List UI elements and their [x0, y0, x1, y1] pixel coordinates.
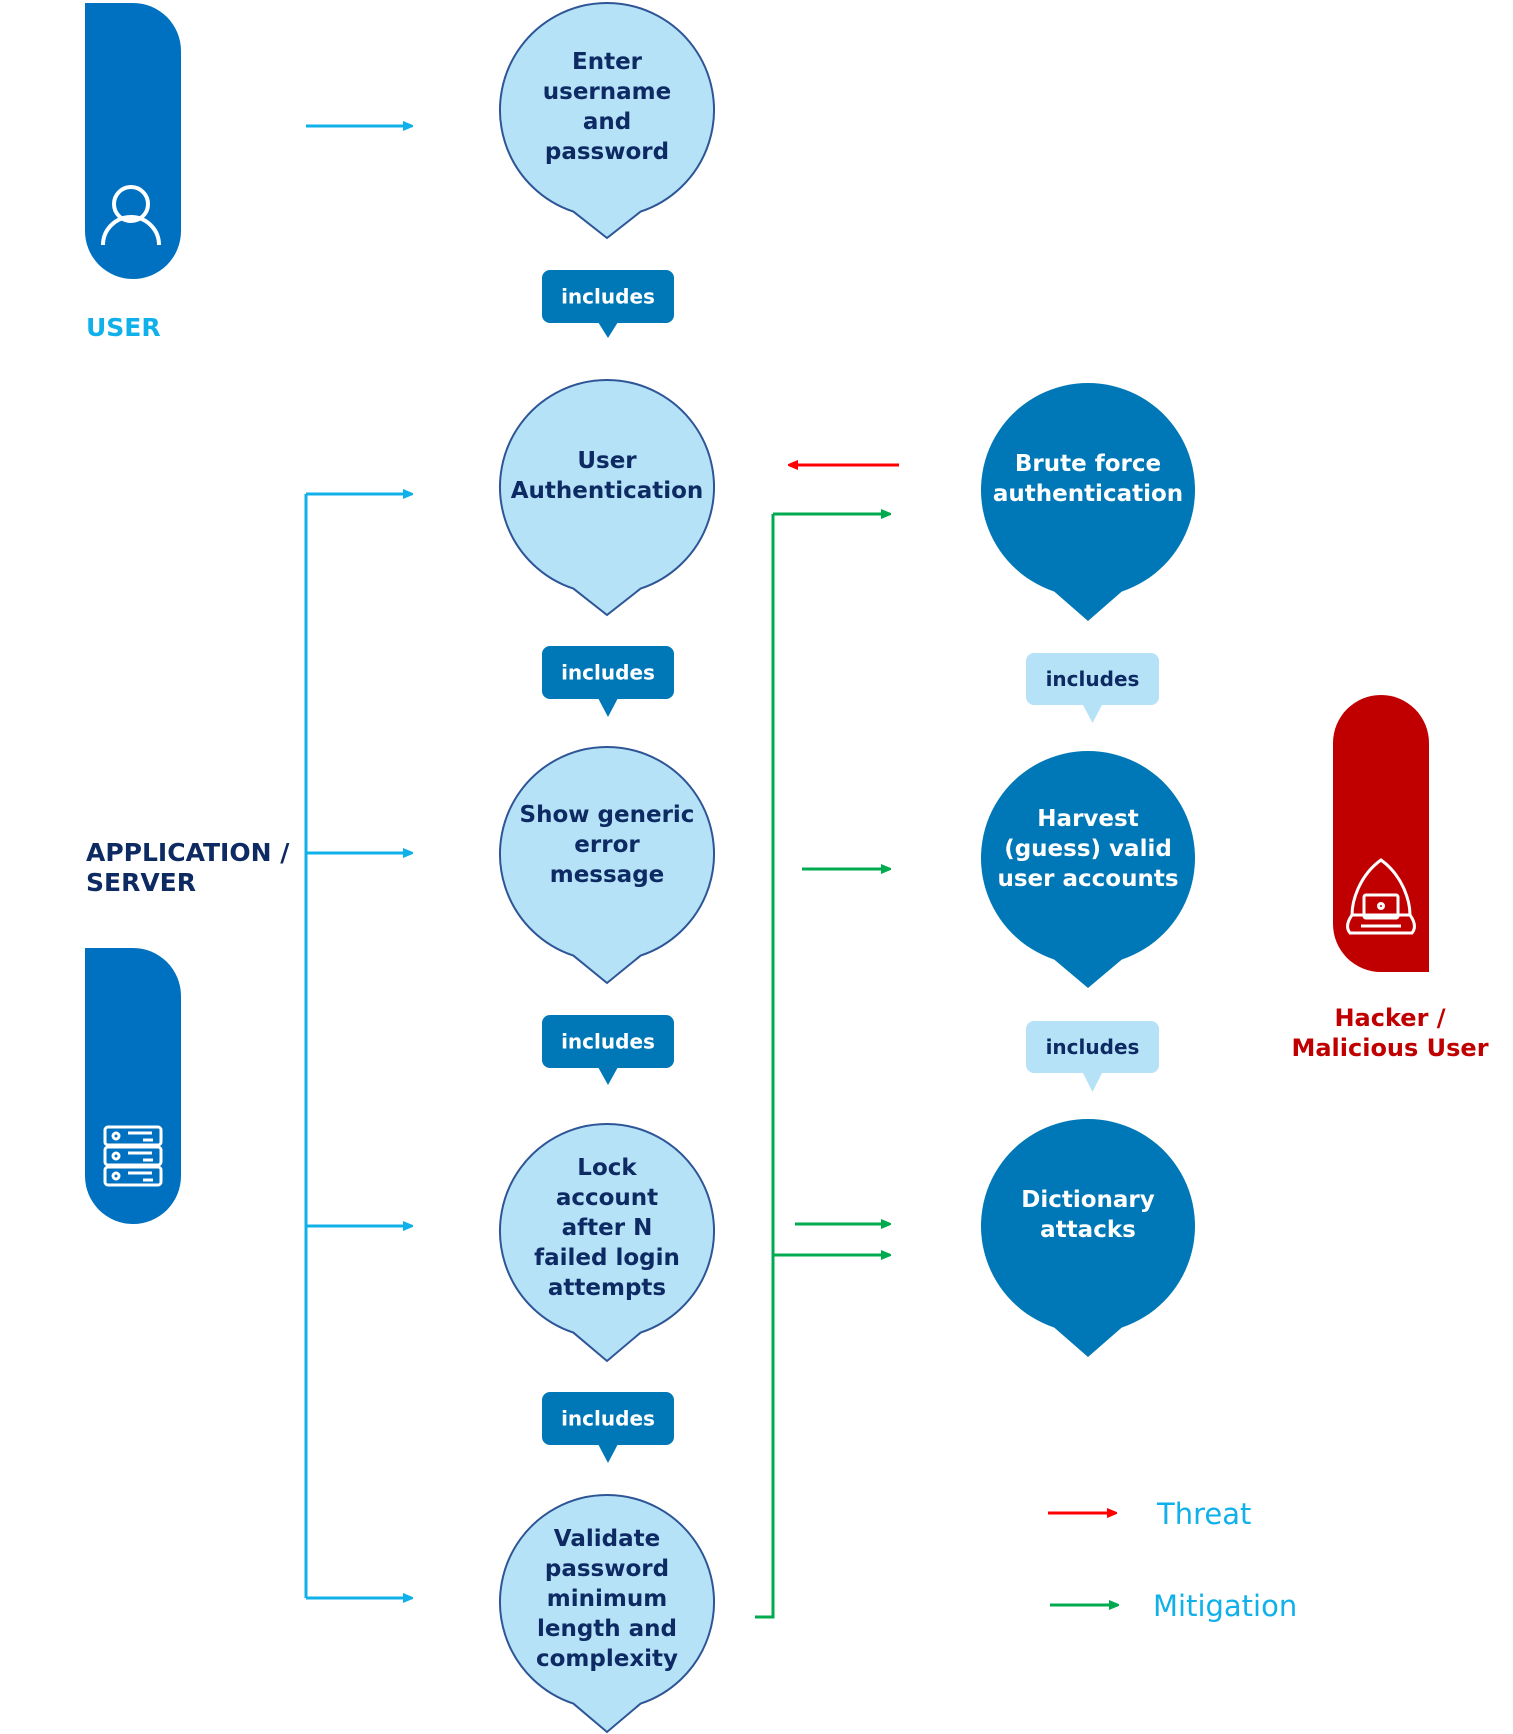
use-case-generic-error: Show generic error message [499, 746, 715, 985]
use-case-validate-password-text-line: minimum [547, 1586, 667, 1612]
use-case-lock-account: Lock account after N failed login attempts [499, 1123, 715, 1363]
threat-dictionary-attacks-text-line: Dictionary [1021, 1187, 1155, 1213]
mitigation-arrows [755, 514, 890, 1619]
use-case-enter-credentials: Enter username and password [499, 2, 715, 240]
includes-tag-use-case-4-label: includes [561, 1407, 655, 1431]
use-case-lock-account-text-line: account [556, 1185, 658, 1211]
threat-model-diagram: USER APPLICATION / SERVER Hacker / Malic… [85, 2, 1489, 1734]
includes-tag-use-case-4: includes [542, 1392, 674, 1463]
includes-tag-use-case-3-label: includes [561, 1030, 655, 1054]
includes-tag-use-case-2: includes [542, 646, 674, 717]
threat-brute-force-text-line: authentication [993, 481, 1183, 507]
server-actor-pill [85, 948, 181, 1224]
threat-harvest-accounts: Harvest (guess) valid user accounts [980, 751, 1196, 988]
use-case-validate-password-text-line: password [545, 1556, 669, 1582]
includes-tag-use-case-1: includes [542, 270, 674, 338]
server-label-line1: APPLICATION / [86, 838, 290, 867]
legend: Threat Mitigation [1048, 1497, 1297, 1623]
use-case-enter-credentials-text-line: password [545, 139, 669, 165]
threat-dictionary-attacks-text-line: attacks [1040, 1217, 1136, 1243]
use-case-user-authentication-text-line: User [577, 448, 637, 474]
threat-dictionary-attacks: Dictionary attacks [980, 1119, 1196, 1357]
threat-brute-force: Brute force authentication [980, 382, 1195, 621]
use-case-user-authentication-text-line: Authentication [511, 478, 704, 504]
use-case-validate-password-text-line: length and [537, 1616, 677, 1642]
includes-tag-use-case-2-label: includes [561, 661, 655, 685]
mitigation-trunk [755, 514, 775, 1619]
includes-tag-use-case-3-pointer [598, 1067, 618, 1085]
use-case-enter-credentials-text-line: Enter [572, 49, 643, 75]
use-case-lock-account-text-line: attempts [548, 1275, 666, 1301]
server-actor: APPLICATION / SERVER [85, 838, 290, 1224]
user-actor: USER [85, 3, 181, 342]
use-case-column: Enter username and password User Authenticati… [499, 2, 715, 1734]
use-case-validate-password: Validate password minimum length and complex… [499, 1494, 715, 1734]
user-label: USER [86, 313, 161, 342]
legend-threat-label: Threat [1156, 1497, 1251, 1531]
hacker-label-line1: Hacker / [1334, 1004, 1445, 1032]
threat-harvest-accounts-text-line: Harvest [1037, 806, 1138, 832]
includes-tag-use-case-1-pointer [598, 322, 618, 338]
use-case-enter-credentials-text-line: username [543, 79, 671, 105]
use-case-validate-password-text-line: Validate [554, 1526, 660, 1552]
use-case-lock-account-text-line: failed login [534, 1245, 680, 1271]
use-case-validate-password-text-line: complexity [536, 1646, 678, 1672]
use-case-generic-error-text-line: error [574, 832, 640, 858]
includes-tag-threat-1: includes [1026, 653, 1159, 723]
threat-brute-force-text-line: Brute force [1015, 451, 1161, 477]
server-label-line2: SERVER [86, 868, 196, 897]
use-case-lock-account-text-line: Lock [577, 1155, 637, 1181]
includes-tag-threat-1-label: includes [1046, 667, 1140, 691]
includes-tag-threat-2-label: includes [1046, 1035, 1140, 1059]
use-case-generic-error-text-line: Show generic [520, 802, 695, 828]
user-actor-pill [85, 3, 181, 279]
use-case-enter-credentials-text-line: and [583, 109, 631, 135]
includes-tag-threat-2-pointer [1082, 1072, 1103, 1092]
use-case-user-authentication: User Authentication [499, 379, 715, 617]
threat-harvest-accounts-text-line: (guess) valid [1004, 836, 1172, 862]
includes-tag-threat-2: includes [1026, 1021, 1159, 1092]
includes-tag-use-case-4-pointer [598, 1444, 618, 1463]
threat-harvest-accounts-text-line: user accounts [997, 866, 1178, 892]
includes-tag-threat-1-pointer [1082, 704, 1103, 723]
use-case-lock-account-text-line: after N [562, 1215, 653, 1241]
hacker-actor: Hacker / Malicious User [1291, 695, 1489, 1062]
includes-tag-use-case-3: includes [542, 1015, 674, 1085]
flow-arrows [304, 126, 412, 1598]
legend-mitigation-label: Mitigation [1153, 1589, 1297, 1623]
includes-tag-use-case-1-label: includes [561, 285, 655, 309]
hacker-label-line2: Malicious User [1291, 1034, 1488, 1062]
threat-column: Brute force authentication Harvest (guess) … [980, 382, 1196, 1357]
includes-tag-use-case-2-pointer [598, 698, 618, 717]
use-case-generic-error-text-line: message [550, 862, 665, 888]
